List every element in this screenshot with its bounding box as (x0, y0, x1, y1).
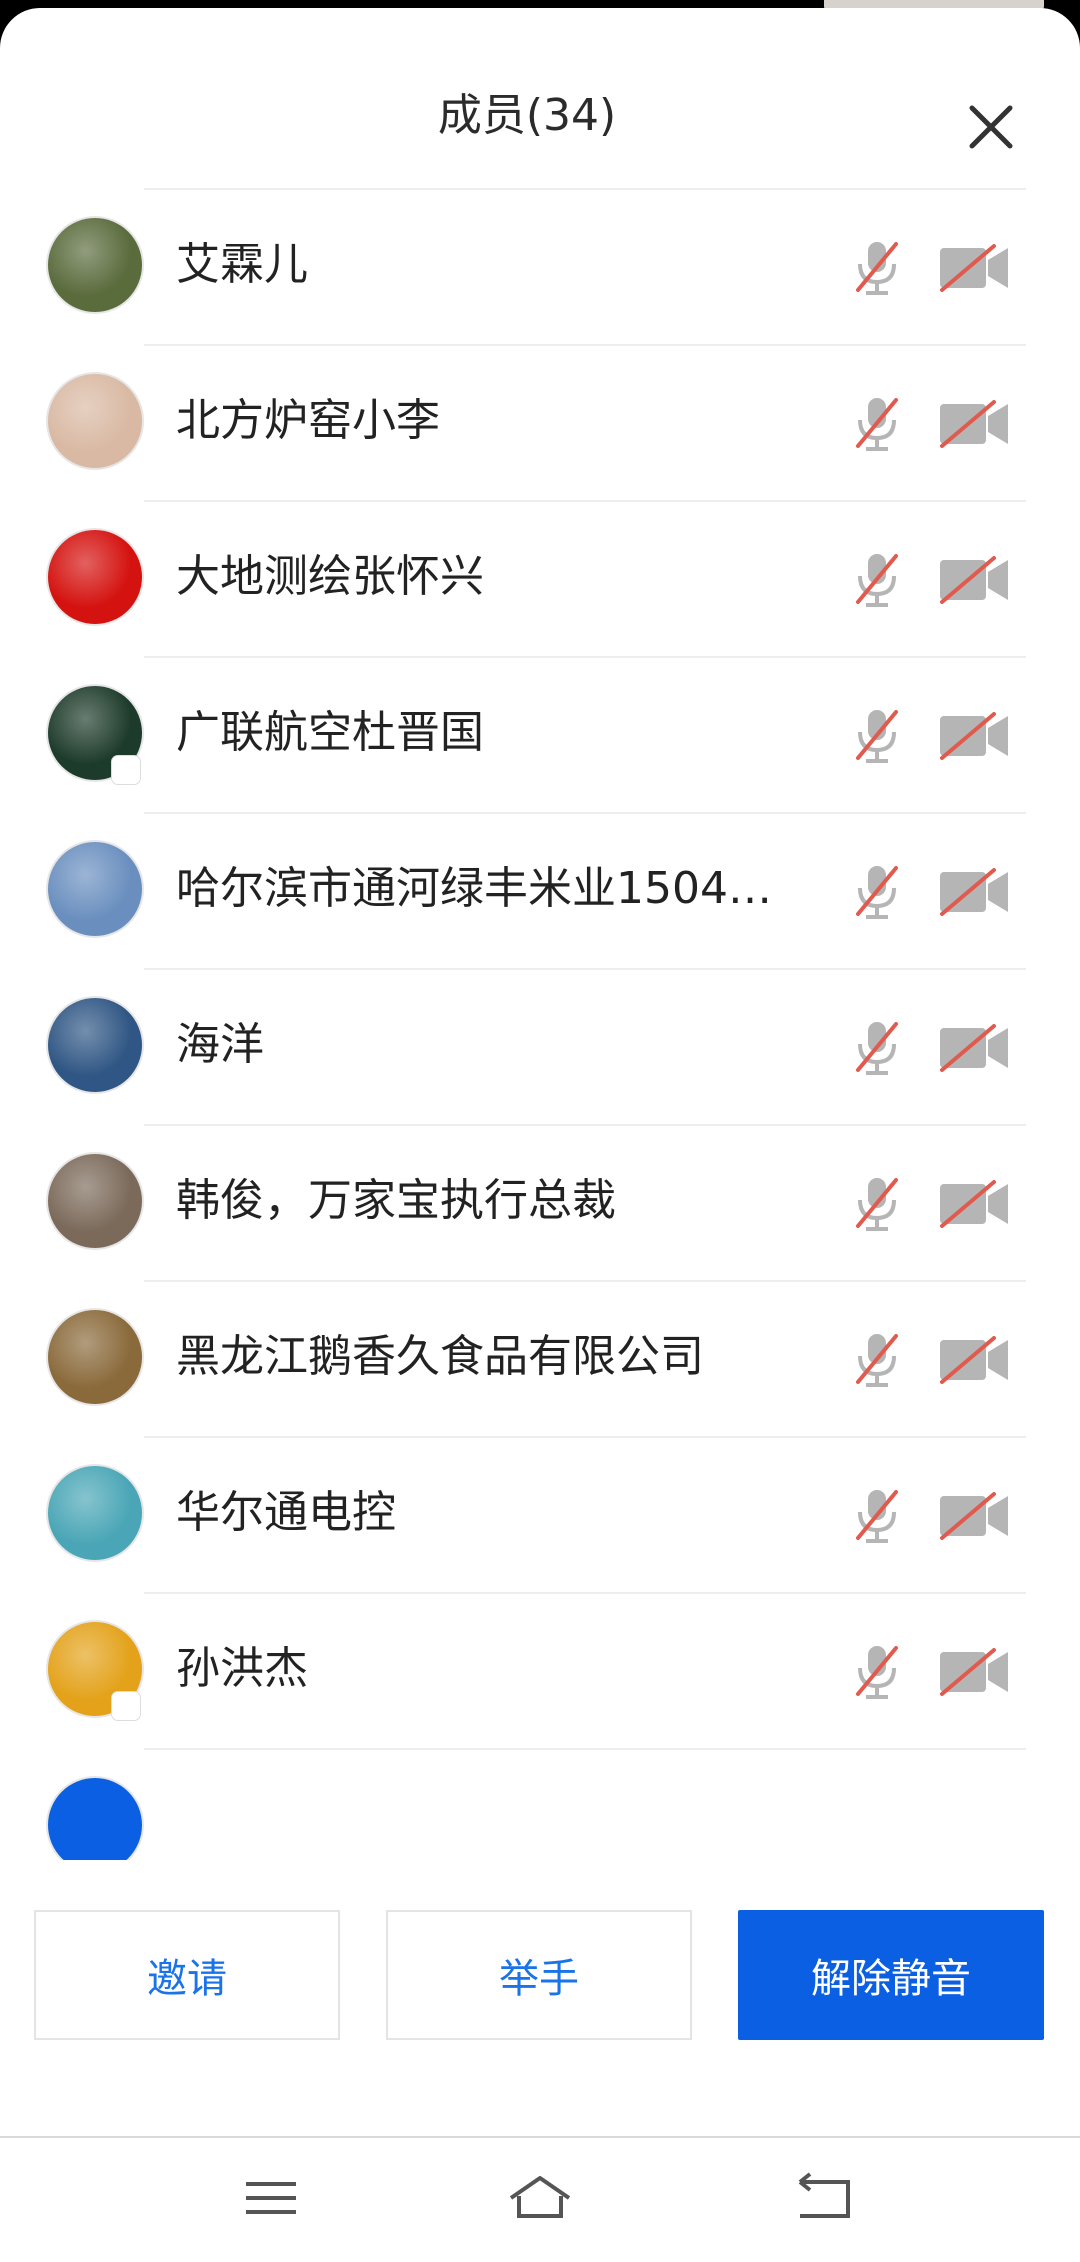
camera-off-icon[interactable] (938, 866, 1010, 918)
avatar (48, 1154, 142, 1248)
row-divider (144, 1592, 1026, 1594)
sheet-header: 成员(34) (0, 8, 1080, 178)
camera-off-icon[interactable] (938, 1334, 1010, 1386)
member-name: 哈尔滨市通河绿丰米业1504… (176, 863, 772, 914)
member-name: 北方炉窑小李 (176, 395, 440, 446)
avatar (48, 1778, 142, 1860)
row-divider (144, 1280, 1026, 1282)
mic-muted-icon[interactable] (852, 238, 902, 298)
member-name: 大地测绘张怀兴 (176, 551, 484, 602)
row-divider (144, 500, 1026, 502)
action-bar: 邀请 举手 解除静音 (0, 1868, 1080, 2136)
member-row[interactable]: 韩俊，万家宝执行总裁 (0, 1124, 1080, 1280)
audio-status-badge (112, 756, 140, 784)
member-name: 华尔通电控 (176, 1487, 396, 1538)
member-name: 海洋 (176, 1019, 264, 1070)
raise-hand-button[interactable]: 举手 (386, 1910, 692, 2040)
avatar (48, 374, 142, 468)
camera-off-icon[interactable] (938, 1178, 1010, 1230)
system-nav-bar (0, 2136, 1080, 2262)
mic-muted-icon[interactable] (852, 1330, 902, 1390)
mic-muted-icon[interactable] (852, 862, 902, 922)
members-sheet: 成员(34) 艾霖儿北方炉窑小李 大地测绘张怀兴 广联航空杜晋国哈尔滨市通河绿丰米业… (0, 8, 1080, 2136)
member-row[interactable]: 广联航空杜晋国 (0, 656, 1080, 812)
home-icon[interactable] (505, 2168, 575, 2228)
member-name: 孙洪杰 (176, 1643, 308, 1694)
member-name: 韩俊，万家宝执行总裁 (176, 1175, 616, 1226)
member-name: 艾霖儿 (176, 239, 308, 290)
row-divider (144, 812, 1026, 814)
member-row[interactable]: 艾霖儿 (0, 188, 1080, 344)
page-title: 成员(34) (437, 90, 617, 141)
row-divider (144, 1436, 1026, 1438)
audio-status-badge (112, 1692, 140, 1720)
member-row[interactable]: 海洋 (0, 968, 1080, 1124)
member-name: 黑龙江鹅香久食品有限公司 (176, 1331, 704, 1382)
mic-muted-icon[interactable] (852, 394, 902, 454)
avatar (48, 842, 142, 936)
camera-off-icon[interactable] (938, 1490, 1010, 1542)
row-divider (144, 188, 1026, 190)
invite-button[interactable]: 邀请 (34, 1910, 340, 2040)
member-row[interactable]: 黑龙江鹅香久食品有限公司 (0, 1280, 1080, 1436)
member-row[interactable] (0, 1748, 1080, 1860)
avatar (48, 998, 142, 1092)
camera-off-icon[interactable] (938, 398, 1010, 450)
menu-icon[interactable] (236, 2168, 306, 2228)
mic-muted-icon[interactable] (852, 1174, 902, 1234)
member-list[interactable]: 艾霖儿北方炉窑小李 大地测绘张怀兴 广联航空杜晋国哈尔滨市通河绿丰米业1504… 海洋… (0, 188, 1080, 1860)
row-divider (144, 1748, 1026, 1750)
camera-off-icon[interactable] (938, 710, 1010, 762)
mic-muted-icon[interactable] (852, 550, 902, 610)
mic-muted-icon[interactable] (852, 1642, 902, 1702)
row-divider (144, 1124, 1026, 1126)
avatar (48, 1466, 142, 1560)
member-row[interactable]: 北方炉窑小李 (0, 344, 1080, 500)
member-row[interactable]: 哈尔滨市通河绿丰米业1504… (0, 812, 1080, 968)
close-icon[interactable] (960, 96, 1022, 158)
camera-off-icon[interactable] (938, 554, 1010, 606)
camera-off-icon[interactable] (938, 1646, 1010, 1698)
avatar (48, 530, 142, 624)
member-row[interactable]: 大地测绘张怀兴 (0, 500, 1080, 656)
unmute-button[interactable]: 解除静音 (738, 1910, 1044, 2040)
mic-muted-icon[interactable] (852, 706, 902, 766)
mic-muted-icon[interactable] (852, 1018, 902, 1078)
back-icon[interactable] (790, 2168, 860, 2228)
avatar (48, 1310, 142, 1404)
row-divider (144, 968, 1026, 970)
member-row[interactable]: 华尔通电控 (0, 1436, 1080, 1592)
avatar (48, 218, 142, 312)
row-divider (144, 344, 1026, 346)
camera-off-icon[interactable] (938, 242, 1010, 294)
camera-off-icon[interactable] (938, 1022, 1010, 1074)
member-name: 广联航空杜晋国 (176, 707, 484, 758)
row-divider (144, 656, 1026, 658)
mic-muted-icon[interactable] (852, 1486, 902, 1546)
member-row[interactable]: 孙洪杰 (0, 1592, 1080, 1748)
